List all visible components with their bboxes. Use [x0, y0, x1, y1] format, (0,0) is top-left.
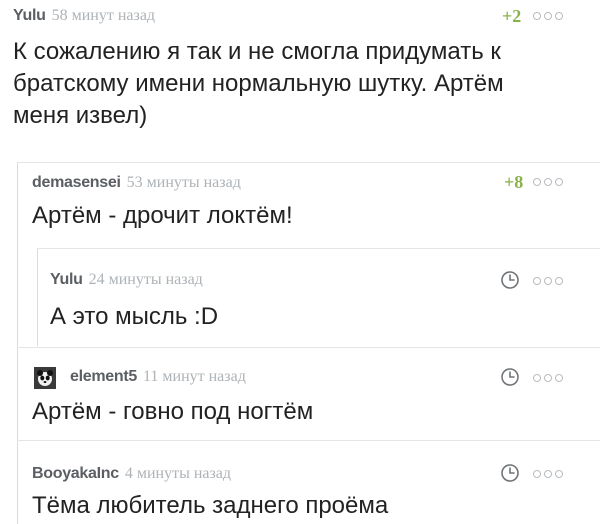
divider [17, 440, 600, 441]
thread-line-level-1 [17, 162, 18, 524]
more-dots-icon[interactable] [533, 277, 563, 285]
comment-text-line: Артём - говно под ногтём [32, 398, 314, 425]
comment-time[interactable]: 11 минут назад [143, 368, 246, 385]
comment-meta: BooyakaInc 4 минуты назад [32, 465, 231, 487]
comment-text: К сожалению я так и не смогла придумать … [13, 36, 504, 132]
author-name[interactable]: Yulu [13, 7, 46, 24]
comment-text-line: А это мысль :D [50, 303, 219, 330]
avatar-panda-icon [34, 367, 56, 389]
author-name[interactable]: BooyakaInc [32, 465, 119, 482]
comment-time[interactable]: 53 минуты назад [127, 174, 241, 191]
comment-text: Артём - дрочит локтём! [32, 200, 293, 232]
clock-icon[interactable] [500, 367, 520, 387]
author-name[interactable]: Yulu [50, 271, 83, 288]
comment-text-line: братскому имени нормальную шутку. Артём [13, 70, 504, 97]
comment-time[interactable]: 24 минуты назад [89, 271, 203, 288]
comment-rating: +2 [502, 6, 522, 26]
comment-text-line: меня извел) [13, 102, 148, 129]
more-dots-icon[interactable] [533, 12, 563, 20]
comment: Yulu 58 минут назад +2 К сожалению я так … [0, 0, 600, 160]
divider [37, 248, 600, 249]
comment-time[interactable]: 4 минуты назад [125, 465, 231, 482]
comment-time[interactable]: 58 минут назад [52, 7, 155, 24]
clock-icon[interactable] [500, 270, 520, 290]
comment-text-line: К сожалению я так и не смогла придумать … [13, 38, 501, 65]
clock-icon[interactable] [500, 463, 520, 483]
comment-text: А это мысль :D [50, 301, 218, 333]
divider [17, 347, 600, 348]
comment-meta: element5 11 минут назад [70, 368, 246, 390]
author-name[interactable]: element5 [70, 368, 137, 385]
more-dots-icon[interactable] [533, 178, 563, 186]
comment-text: Тёма любитель заднего проёма [32, 490, 388, 522]
comment-meta: Yulu 58 минут назад [13, 7, 155, 29]
comment-text-line: Артём - дрочит локтём! [32, 202, 293, 229]
thread-line-level-2 [37, 248, 38, 346]
comment-meta: demasensei 53 минуты назад [32, 174, 241, 196]
comment-meta: Yulu 24 минуты назад [50, 271, 203, 293]
more-dots-icon[interactable] [533, 470, 563, 478]
author-name[interactable]: demasensei [32, 174, 121, 191]
divider [17, 162, 600, 163]
avatar[interactable] [34, 367, 56, 389]
comment-text: Артём - говно под ногтём [32, 396, 313, 428]
comment-text-line: Тёма любитель заднего проёма [32, 492, 389, 519]
more-dots-icon[interactable] [533, 374, 563, 382]
comment-rating: +8 [504, 172, 524, 192]
